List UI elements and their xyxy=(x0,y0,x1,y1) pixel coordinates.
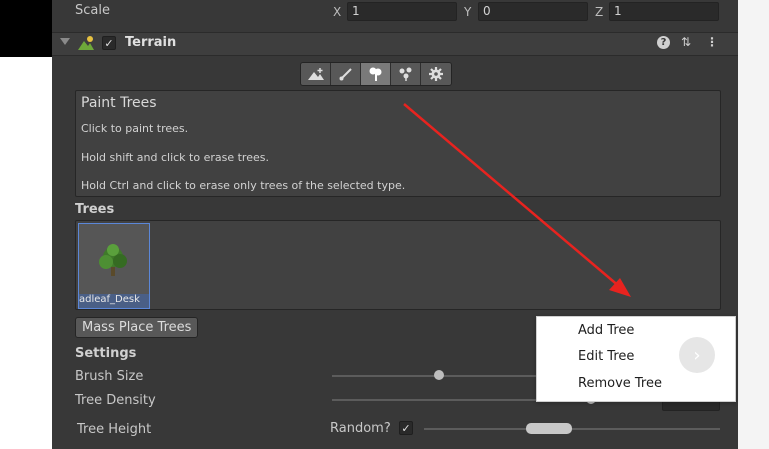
chevron-right-icon[interactable]: › xyxy=(679,337,715,373)
menu-item-edit-tree[interactable]: Edit Tree xyxy=(578,349,634,364)
menu-item-add-tree[interactable]: Add Tree xyxy=(578,323,634,338)
menu-item-remove-tree[interactable]: Remove Tree xyxy=(578,376,662,391)
